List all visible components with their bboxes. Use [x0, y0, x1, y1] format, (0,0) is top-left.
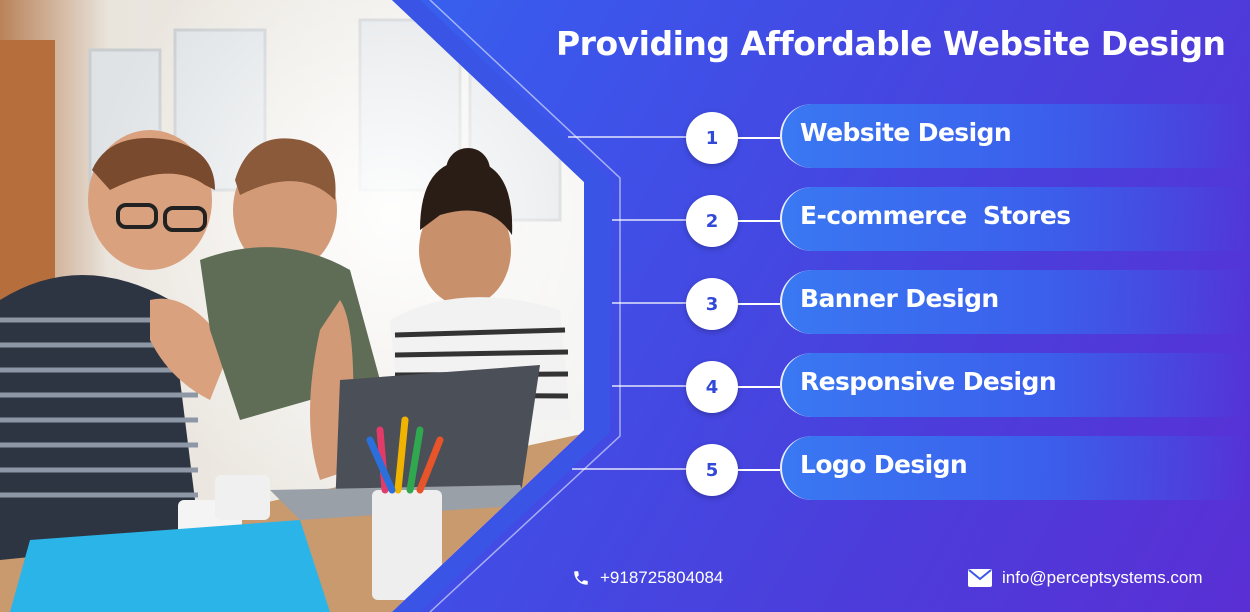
- contact-phone[interactable]: +918725804084: [572, 568, 723, 588]
- service-item-logo-design: 5 Logo Design: [686, 436, 1250, 502]
- envelope-icon: [968, 569, 992, 587]
- connector-line: [738, 386, 780, 388]
- service-item-ecommerce-stores: 2 E-commerce Stores: [686, 187, 1250, 253]
- connector-line: [738, 220, 780, 222]
- service-label: Responsive Design: [800, 367, 1057, 396]
- email-address: info@perceptsystems.com: [1002, 568, 1203, 587]
- connector-line: [738, 137, 780, 139]
- service-number-badge: 1: [686, 112, 738, 164]
- phone-number: +918725804084: [600, 568, 724, 587]
- service-number-badge: 5: [686, 444, 738, 496]
- service-label: Logo Design: [800, 450, 968, 479]
- page-title: Providing Affordable Website Design: [556, 24, 1226, 63]
- service-label: Website Design: [800, 118, 1012, 147]
- connector-line: [738, 303, 780, 305]
- service-label: Banner Design: [800, 284, 999, 313]
- service-number-badge: 4: [686, 361, 738, 413]
- service-number-badge: 2: [686, 195, 738, 247]
- service-item-responsive-design: 4 Responsive Design: [686, 353, 1250, 419]
- service-item-banner-design: 3 Banner Design: [686, 270, 1250, 336]
- connector-line: [738, 469, 780, 471]
- contact-email[interactable]: info@perceptsystems.com: [968, 568, 1203, 588]
- service-item-website-design: 1 Website Design: [686, 104, 1250, 170]
- service-label: E-commerce Stores: [800, 201, 1071, 230]
- phone-icon: [574, 571, 588, 585]
- service-number-badge: 3: [686, 278, 738, 330]
- photo-frame-border: [392, 0, 686, 612]
